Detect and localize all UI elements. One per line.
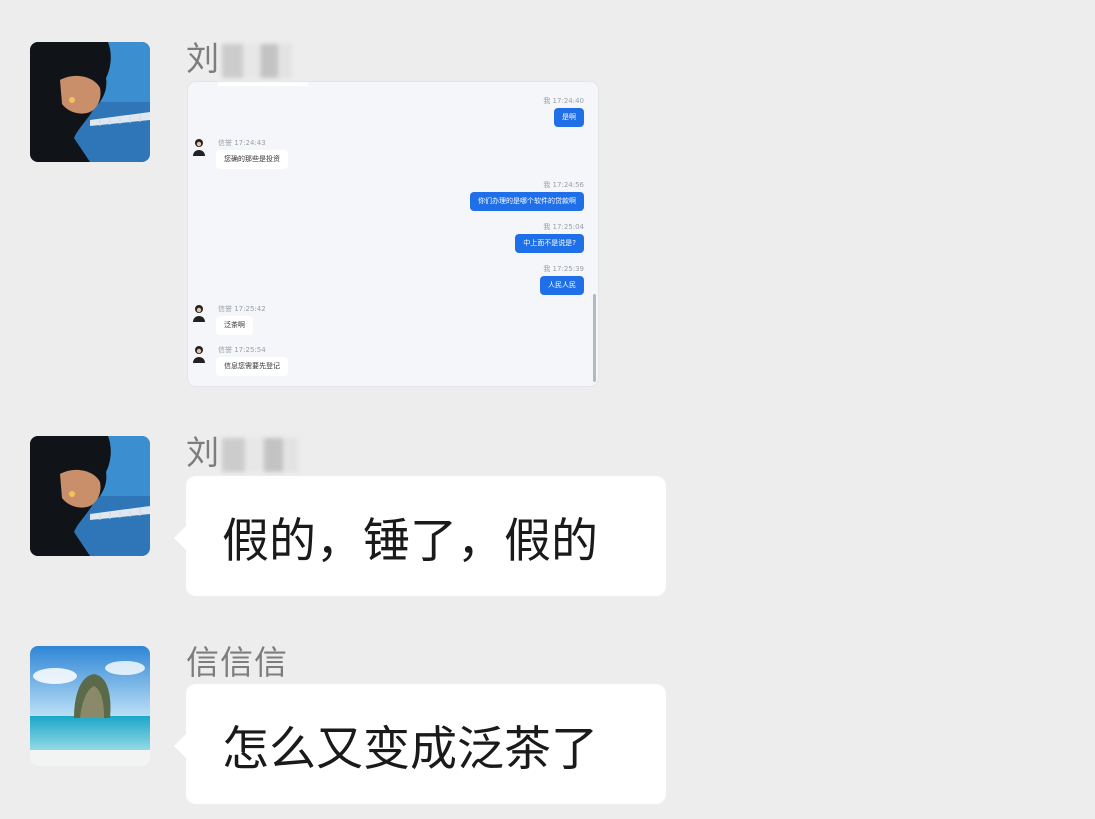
redacted-name <box>222 437 298 472</box>
chat-meta: 信誉 17:25:42 <box>218 305 266 313</box>
chat-bubble-right: 中上面不是说是? <box>515 234 584 253</box>
chat-meta: 信誉 17:24:43 <box>218 139 266 147</box>
chat-bubble-right: 你们办理的是哪个软件的贷款啊 <box>470 192 584 211</box>
chat-meta: 我 17:25:04 <box>543 223 584 231</box>
redacted-name <box>222 43 292 78</box>
avatar-liu[interactable] <box>30 42 150 162</box>
agent-avatar-icon <box>193 346 205 363</box>
chat-bubble-right: 是啊 <box>554 108 584 127</box>
message-bubble[interactable]: 怎么又变成泛茶了 <box>174 684 666 804</box>
message-bubble[interactable]: 假的，锤了，假的 <box>174 476 666 596</box>
chat-bubble-left: 信息您需要先登记 <box>216 357 288 376</box>
avatar-xin[interactable] <box>30 646 150 766</box>
chat-meta: 我 17:25:39 <box>543 265 584 273</box>
chat-meta: 我 17:24:56 <box>543 181 584 189</box>
chat-bubble-right: 人民人民 <box>540 276 584 295</box>
sender-name: 刘 <box>186 32 292 80</box>
agent-avatar-icon <box>193 305 205 322</box>
chat-bubble-left: 泛茶啊 <box>216 316 253 335</box>
sender-name: 刘 <box>186 426 298 474</box>
sender-name: 信信信 <box>186 643 288 682</box>
chat-meta: 我 17:24:40 <box>543 97 584 105</box>
agent-avatar-icon <box>193 139 205 156</box>
message-text: 假的，锤了，假的 <box>222 513 598 569</box>
chat-meta: 信誉 17:25:54 <box>218 346 266 354</box>
image-top-strip <box>218 82 308 86</box>
message-text: 怎么又变成泛茶了 <box>222 721 598 777</box>
image-message[interactable]: 我 17:24:40 是啊 信誉 17:24:43 您确的那些是投资 我 17:… <box>188 82 598 386</box>
image-scrollbar <box>593 294 596 382</box>
avatar-liu[interactable] <box>30 436 150 556</box>
chat-bubble-left: 您确的那些是投资 <box>216 150 288 169</box>
